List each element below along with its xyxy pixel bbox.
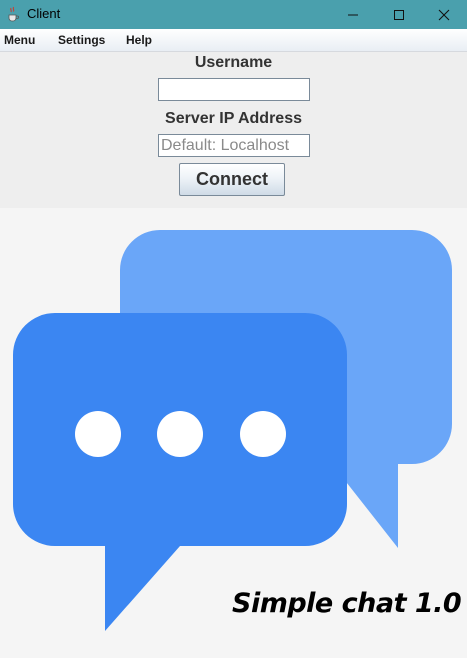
username-input[interactable]	[158, 78, 310, 101]
java-cup-icon	[8, 6, 20, 22]
close-icon	[438, 9, 450, 20]
menu-help[interactable]: Help	[126, 33, 152, 47]
maximize-icon	[394, 9, 404, 20]
menu-settings[interactable]: Settings	[58, 33, 105, 47]
typing-dot	[75, 411, 121, 457]
typing-dot	[240, 411, 286, 457]
title-bar[interactable]: Client	[0, 0, 467, 29]
menu-menu[interactable]: Menu	[4, 33, 35, 47]
minimize-button[interactable]	[330, 0, 376, 29]
front-chat-bubble	[13, 313, 347, 631]
connect-button[interactable]: Connect	[179, 163, 285, 196]
username-label: Username	[194, 54, 273, 71]
maximize-button[interactable]	[376, 0, 422, 29]
connection-form: Username Server IP Address Connect	[0, 52, 467, 208]
close-button[interactable]	[421, 0, 467, 29]
client-window: Client Menu Settings Help Username Serve…	[0, 0, 467, 658]
minimize-icon	[348, 14, 358, 15]
menu-bar: Menu Settings Help	[0, 29, 467, 52]
typing-dot	[157, 411, 203, 457]
server-ip-label: Server IP Address	[165, 110, 302, 127]
app-version-caption: Simple chat 1.0	[232, 588, 462, 619]
server-ip-input[interactable]	[158, 134, 310, 157]
window-title: Client	[27, 6, 61, 21]
